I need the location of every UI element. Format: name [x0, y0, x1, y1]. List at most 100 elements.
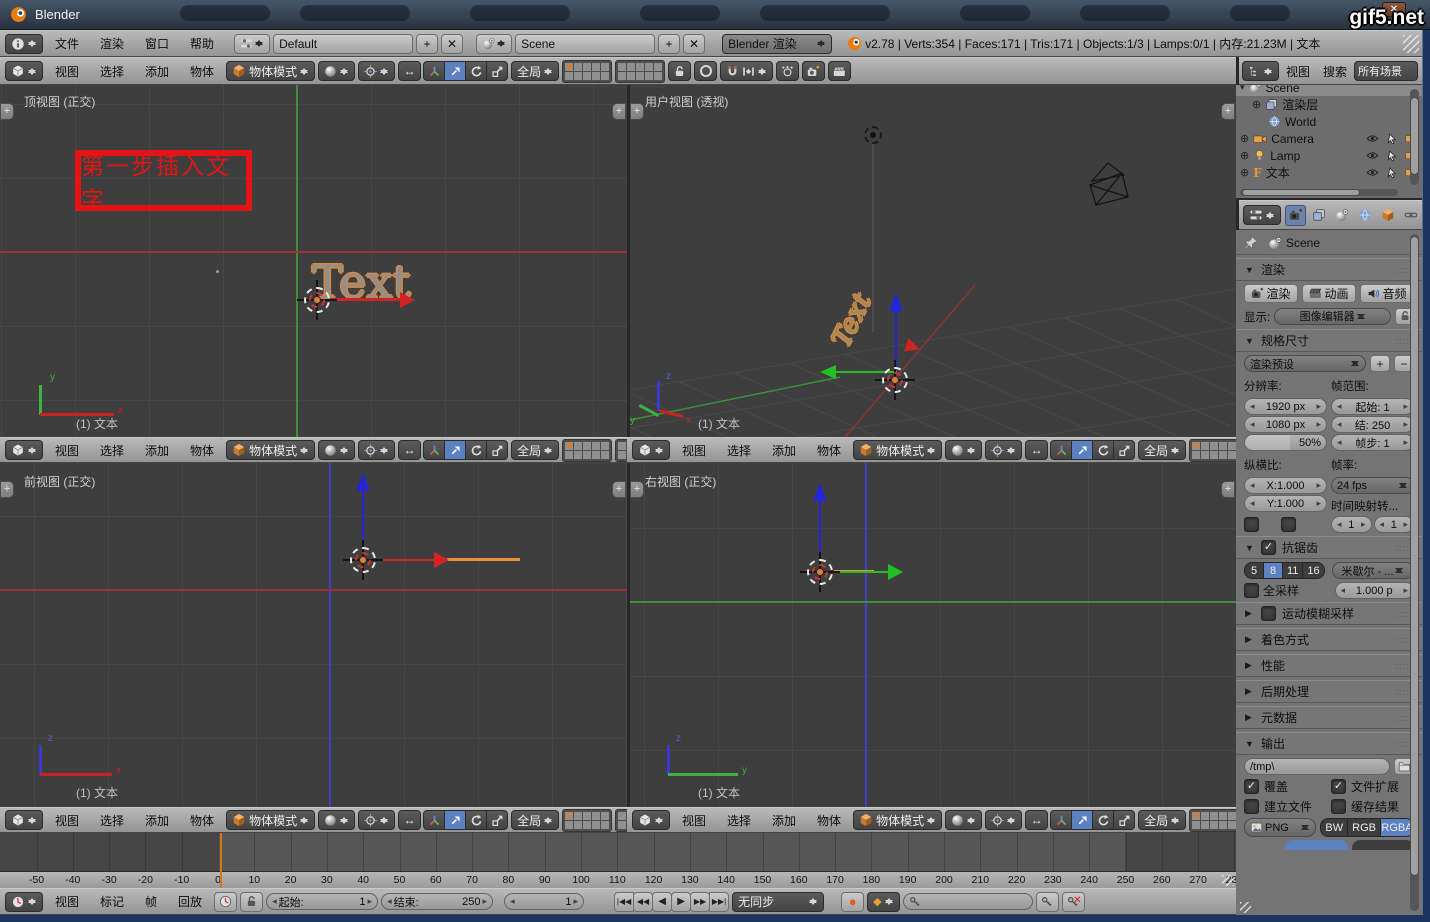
outliner-row-lamp[interactable]: ⊕ Lamp	[1236, 147, 1422, 164]
frame-start-field[interactable]: ◂ 起始: 1 ▸	[266, 893, 379, 910]
manipulator-y-arrow[interactable]	[834, 571, 890, 573]
layers-grid[interactable]	[562, 59, 613, 83]
remap-old-field[interactable]: ◂ 1 ▸	[1331, 516, 1372, 533]
layers-grid[interactable]	[562, 438, 613, 462]
touch-checkbox[interactable]	[1244, 799, 1259, 814]
current-frame-field[interactable]: ◂ 1 ▸	[504, 893, 585, 910]
pivot-select[interactable]	[985, 810, 1023, 830]
pivot-select[interactable]	[985, 440, 1023, 460]
render-button[interactable]: 渲染	[1244, 284, 1298, 303]
menu-object[interactable]: 物体	[181, 442, 223, 459]
cursor-3d[interactable]	[343, 540, 383, 580]
pin-icon[interactable]	[1244, 236, 1258, 250]
section-output[interactable]: ▼ 输出:::::	[1236, 732, 1422, 755]
play-reverse-button[interactable]: ◀	[652, 891, 673, 912]
tab-scene[interactable]	[1331, 205, 1352, 226]
orientation-select[interactable]: 全局	[1138, 440, 1187, 460]
opengl-render-button[interactable]	[802, 61, 826, 81]
lock-icon[interactable]	[668, 61, 692, 81]
res-x-field[interactable]: ◂ 1920 px ▸	[1244, 398, 1327, 415]
menu-frame[interactable]: 帧	[136, 893, 166, 910]
opengl-anim-button[interactable]	[828, 61, 852, 81]
manipulator-rotate-button[interactable]	[465, 440, 488, 460]
overwrite-checkbox[interactable]	[1244, 779, 1259, 794]
manipulator-toggle[interactable]: ↔	[1025, 810, 1049, 830]
add-scene-button[interactable]: +	[658, 33, 681, 54]
manipulator-scale-button[interactable]	[1113, 440, 1136, 460]
file-ext-checkbox[interactable]	[1331, 779, 1346, 794]
autokey-mode-select[interactable]: ◆	[867, 891, 900, 912]
layers-grid[interactable]	[1189, 808, 1236, 832]
screen-name-field[interactable]: Default	[273, 33, 414, 54]
color-rgb-button[interactable]: RGB	[1347, 818, 1381, 837]
color-mode-group[interactable]: BW RGB RGBA	[1320, 818, 1414, 837]
outliner-item-label[interactable]: World	[1285, 115, 1316, 129]
manipulator-axis-icon[interactable]	[1050, 440, 1073, 460]
delete-screen-button[interactable]: ✕	[441, 33, 464, 54]
manipulator-translate-button[interactable]	[444, 810, 467, 830]
manipulator-scale-button[interactable]	[486, 810, 509, 830]
manipulator-toggle[interactable]: ↔	[398, 440, 422, 460]
manipulator-rotate-button[interactable]	[1092, 810, 1115, 830]
toolshelf-expand-tab[interactable]: +	[0, 103, 14, 120]
aspect-y-field[interactable]: ◂ Y:1.000 ▸	[1244, 495, 1327, 512]
render-preset-select[interactable]: 渲染预设	[1244, 355, 1366, 372]
menu-add[interactable]: 添加	[136, 63, 178, 80]
scene-icon[interactable]	[476, 33, 513, 54]
menu-add[interactable]: 添加	[763, 442, 805, 459]
jump-to-end-button[interactable]: ▶▶|	[709, 891, 730, 912]
sidebar-expand-tab[interactable]: +	[1221, 481, 1235, 498]
aa-samples-8[interactable]: 8	[1263, 562, 1283, 579]
selectable-cursor-icon[interactable]	[1386, 133, 1398, 145]
tab-render[interactable]	[1285, 204, 1306, 226]
expand-icon[interactable]: ⊕	[1240, 166, 1249, 179]
pivot-select[interactable]	[358, 440, 396, 460]
motion-blur-checkbox[interactable]	[1261, 606, 1276, 621]
frame-step-field[interactable]: ◂ 帧步: 1 ▸	[1331, 434, 1414, 451]
menu-help[interactable]: 帮助	[181, 35, 223, 52]
manipulator-translate-button[interactable]	[1071, 810, 1094, 830]
manipulator-scale-button[interactable]	[486, 61, 509, 81]
pivot-select[interactable]	[358, 810, 396, 830]
manipulator-translate-button[interactable]	[1071, 440, 1094, 460]
prev-keyframe-button[interactable]: ◀◀	[633, 891, 654, 912]
record-button[interactable]: ●	[841, 891, 865, 912]
menu-select[interactable]: 选择	[91, 63, 133, 80]
menu-view[interactable]: 视图	[46, 812, 88, 829]
play-button[interactable]: ▶	[671, 891, 692, 912]
menu-object[interactable]: 物体	[808, 442, 850, 459]
menu-view[interactable]: 视图	[46, 893, 88, 910]
animation-button[interactable]: 动画	[1302, 284, 1356, 303]
orientation-select[interactable]: 全局	[1138, 810, 1187, 830]
manipulator-x-arrow[interactable]	[376, 559, 436, 561]
editor-type-button[interactable]	[632, 810, 670, 830]
mode-select[interactable]: 物体模式	[853, 440, 943, 460]
tab-constraints[interactable]	[1400, 205, 1421, 226]
output-path-field[interactable]: /tmp\	[1244, 758, 1390, 775]
sidebar-expand-tab[interactable]: +	[1221, 103, 1235, 120]
pivot-select[interactable]	[358, 61, 396, 81]
layers-grid-2[interactable]	[615, 59, 666, 83]
clipped-depth-button-2[interactable]	[1351, 840, 1415, 850]
editor-type-button[interactable]	[1243, 205, 1281, 225]
tab-object[interactable]	[1377, 205, 1398, 226]
expand-icon[interactable]: ⊕	[1240, 132, 1249, 145]
aspect-x-field[interactable]: ◂ X:1.000 ▸	[1244, 477, 1327, 494]
manipulator-rotate-button[interactable]	[1092, 440, 1115, 460]
border-checkbox[interactable]	[1244, 517, 1259, 532]
shading-select[interactable]	[318, 440, 356, 460]
manipulator-toggle[interactable]: ↔	[1025, 440, 1049, 460]
outliner-row-camera[interactable]: ⊕ Camera	[1236, 130, 1422, 147]
outliner-row-renderlayers[interactable]: ⊕ 渲染层	[1236, 96, 1422, 113]
cursor-3d[interactable]	[800, 552, 840, 592]
selectable-cursor-icon[interactable]	[1386, 167, 1398, 179]
section-antialiasing[interactable]: ▼抗锯齿:::::	[1236, 536, 1422, 559]
section-dimensions[interactable]: ▼ 规格尺寸:::::	[1236, 329, 1422, 352]
manipulator-rotate-button[interactable]	[465, 61, 488, 81]
clipped-depth-button[interactable]	[1285, 840, 1348, 850]
manipulator-toggle[interactable]: ↔	[398, 810, 422, 830]
menu-view[interactable]: 视图	[46, 442, 88, 459]
screen-layout-icon[interactable]	[234, 33, 271, 54]
menu-playback[interactable]: 回放	[169, 893, 211, 910]
insert-keyframe-icon[interactable]	[1035, 891, 1059, 912]
